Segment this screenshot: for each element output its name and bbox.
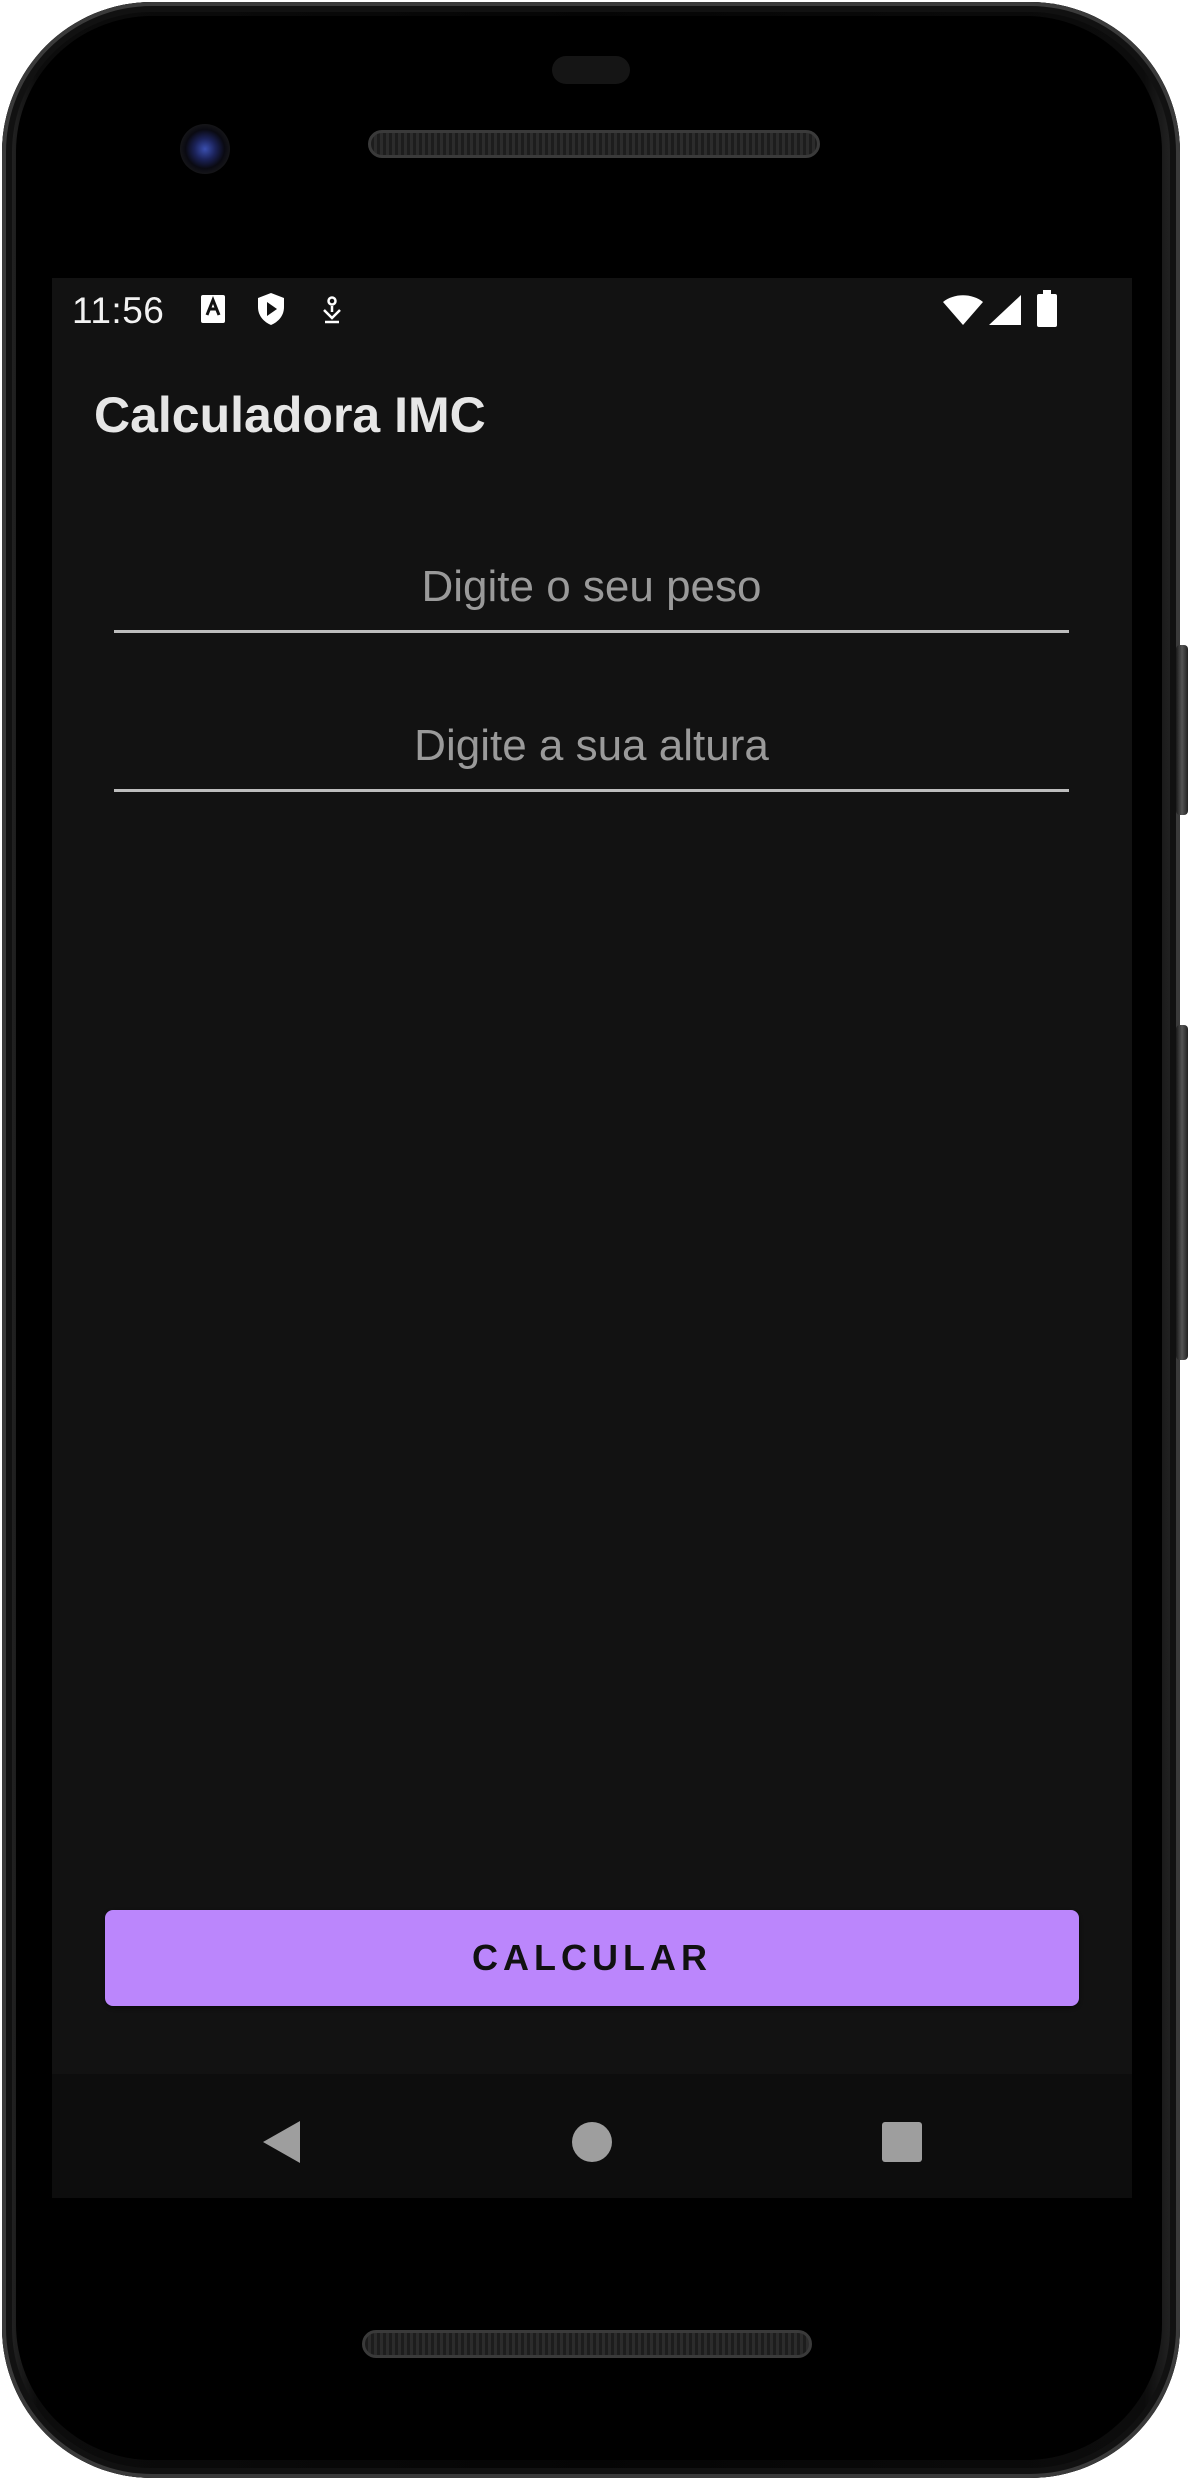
- weight-field[interactable]: [114, 544, 1069, 633]
- height-field[interactable]: [114, 703, 1069, 792]
- back-icon: [263, 2121, 300, 2163]
- phone-frame: 11:56 Calculadora IMC Digite o seu peso …: [0, 0, 1194, 2480]
- height-input[interactable]: [114, 703, 1069, 789]
- earpiece-speaker: [368, 130, 820, 158]
- app-title: Calculadora IMC: [94, 387, 486, 443]
- volume-button: [1176, 1025, 1188, 1360]
- signal-icon: [988, 294, 1022, 326]
- play-protect-icon: [256, 292, 286, 326]
- proximity-sensor: [552, 56, 630, 84]
- debug-icon: [320, 296, 344, 324]
- screen: 11:56 Calculadora IMC Digite o seu peso …: [52, 278, 1132, 2198]
- home-button[interactable]: [562, 2112, 622, 2172]
- weight-input[interactable]: [114, 544, 1069, 630]
- wifi-icon: [942, 294, 984, 326]
- front-camera: [180, 124, 230, 174]
- status-time: 11:56: [72, 290, 165, 331]
- bottom-speaker: [362, 2330, 812, 2358]
- home-icon: [572, 2122, 612, 2162]
- calculate-button[interactable]: CALCULAR: [105, 1910, 1079, 2006]
- recents-icon: [882, 2122, 922, 2162]
- battery-icon: [1036, 290, 1058, 328]
- navigation-bar: [52, 2074, 1132, 2198]
- back-button[interactable]: [252, 2112, 312, 2172]
- power-button: [1176, 645, 1188, 815]
- recents-button[interactable]: [872, 2112, 932, 2172]
- font-a-icon: [200, 294, 226, 324]
- status-bar: 11:56: [52, 278, 1132, 344]
- calculate-button-label: CALCULAR: [472, 1937, 712, 1978]
